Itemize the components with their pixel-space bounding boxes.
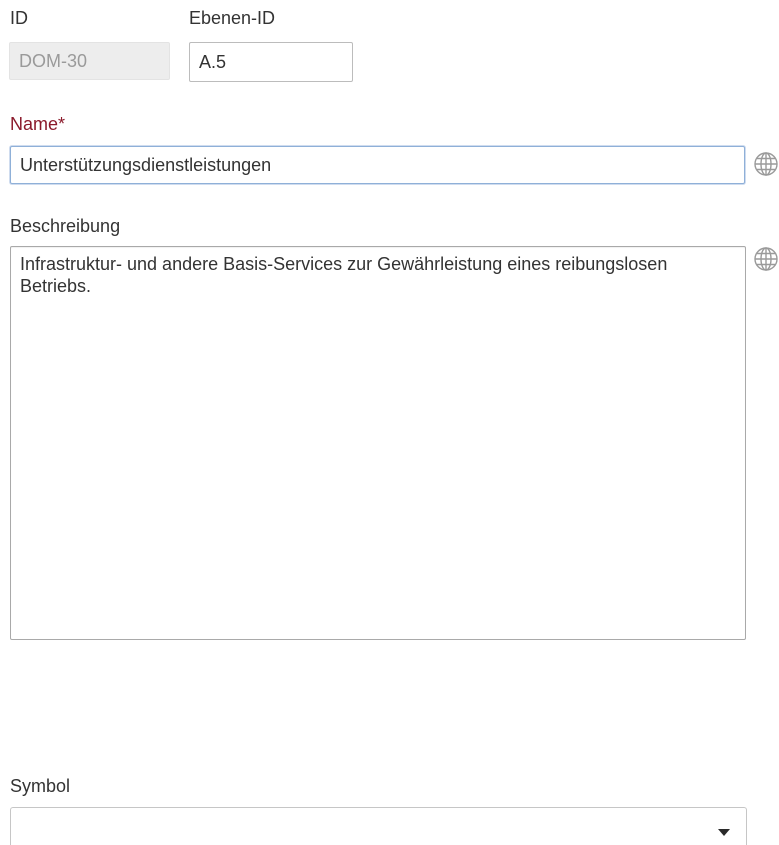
edit-form: ID Ebenen-ID Name* Beschreibung Infrastr…	[0, 0, 779, 845]
ebenen-id-field[interactable]	[189, 42, 353, 82]
ebenen-id-label: Ebenen-ID	[189, 8, 276, 28]
beschreibung-translate-globe-icon[interactable]	[753, 246, 779, 272]
beschreibung-label: Beschreibung	[10, 216, 121, 236]
symbol-label: Symbol	[10, 776, 71, 796]
name-label: Name*	[10, 114, 66, 134]
caret-down-icon[interactable]	[718, 829, 730, 836]
beschreibung-textarea[interactable]: Infrastruktur- und andere Basis-Services…	[10, 246, 746, 640]
id-field	[9, 42, 170, 80]
name-field[interactable]	[10, 146, 745, 184]
symbol-dropdown[interactable]	[10, 807, 747, 845]
id-label: ID	[10, 8, 28, 28]
name-translate-globe-icon[interactable]	[753, 151, 779, 177]
